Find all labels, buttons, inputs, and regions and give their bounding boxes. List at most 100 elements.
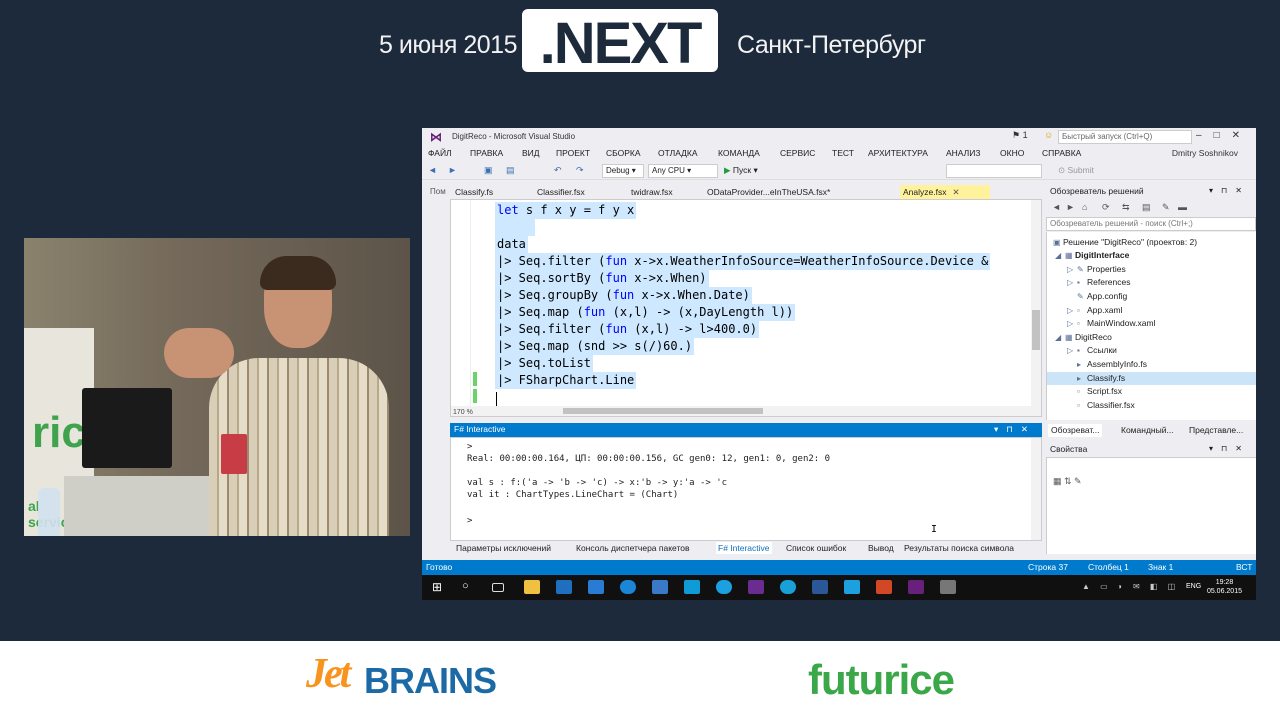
collapse-icon[interactable]: ⇆ <box>1122 202 1130 213</box>
menu-edit[interactable]: ПРАВКА <box>470 148 503 158</box>
file-explorer-icon[interactable] <box>524 580 540 594</box>
panel-controls[interactable]: ▾⊓✕ <box>1209 186 1250 195</box>
store-icon[interactable] <box>588 580 604 594</box>
tree-item-properties[interactable]: ▷ ✎ Properties <box>1047 263 1256 276</box>
sync-icon[interactable]: ⟳ <box>1102 202 1110 213</box>
toolbar-search-combo[interactable] <box>946 164 1042 178</box>
outlook-icon[interactable] <box>556 580 572 594</box>
skype-icon[interactable] <box>716 580 732 594</box>
scroll-thumb[interactable] <box>1032 310 1040 350</box>
quick-launch-input[interactable]: Быстрый запуск (Ctrl+Q) <box>1058 130 1192 144</box>
powerpoint-icon[interactable] <box>876 580 892 594</box>
menu-architecture[interactable]: АРХИТЕКТУРА <box>868 148 928 158</box>
tree-item-classifier-fsx[interactable]: ▫ Classifier.fsx <box>1047 399 1256 412</box>
platform-select[interactable]: Any CPU ▾ <box>648 164 718 178</box>
tree-item-script-fsx[interactable]: ▫ Script.fsx <box>1047 385 1256 398</box>
editor-vertical-scrollbar[interactable] <box>1031 200 1041 408</box>
tree-item-project-digitreco[interactable]: ◢ ▦ DigitReco <box>1047 331 1256 344</box>
menu-project[interactable]: ПРОЕКТ <box>556 148 590 158</box>
menu-file[interactable]: ФАЙЛ <box>428 148 452 158</box>
tree-item-app-config[interactable]: ✎ App.config <box>1047 290 1256 303</box>
tab-classify-fs[interactable]: Classify.fs <box>452 185 496 199</box>
tree-item-classify-fs[interactable]: ▸ Classify.fs <box>1047 372 1256 385</box>
visual-studio-second-icon[interactable] <box>908 580 924 594</box>
feedback-smiley-icon[interactable]: ☺ <box>1044 130 1053 140</box>
tab-solution-explorer[interactable]: Обозреват... <box>1048 424 1103 437</box>
system-tray-icons[interactable]: ▲ ▭ ◗ ✉ ◧ ◫ <box>1082 582 1179 591</box>
menu-analyze[interactable]: АНАЛИЗ <box>946 148 981 158</box>
new-project-icon[interactable]: ▣ <box>484 165 493 176</box>
fsi-line: Real: 00:00:00.164, ЦП: 00:00:00.156, GC… <box>467 454 831 464</box>
panel-controls[interactable]: ▾⊓✕ <box>994 424 1036 435</box>
tab-fsharp-interactive[interactable]: F# Interactive <box>716 542 772 554</box>
menu-debug[interactable]: ОТЛАДКА <box>658 148 698 158</box>
fsi-scrollbar[interactable] <box>1031 438 1041 540</box>
menu-tools[interactable]: СЕРВИС <box>780 148 815 158</box>
menu-build[interactable]: СБОРКА <box>606 148 641 158</box>
back-icon[interactable]: ◄ <box>428 165 437 175</box>
solution-search-input[interactable]: Обозреватель решений - поиск (Ctrl+;) <box>1046 217 1256 231</box>
back-icon[interactable]: ◄ <box>1052 202 1061 212</box>
notification-flag-icon[interactable]: ⚑ 1 <box>1012 130 1028 141</box>
tab-classifier-fsx[interactable]: Classifier.fsx <box>534 185 588 199</box>
menu-test[interactable]: ТЕСТ <box>832 148 854 158</box>
tab-package-manager-console[interactable]: Консоль диспетчера пакетов <box>574 542 692 554</box>
skype-business-icon[interactable] <box>844 580 860 594</box>
tree-item-assemblyinfo-fs[interactable]: ▸ AssemblyInfo.fs <box>1047 358 1256 371</box>
tab-error-list[interactable]: Список ошибок <box>784 542 848 554</box>
properties-toolbar-icons[interactable]: ▦ ⇅ ✎ <box>1053 476 1082 487</box>
submit-button[interactable]: ⊙ Submit <box>1058 165 1094 176</box>
tree-item-links[interactable]: ▷ ▪ Ссылки <box>1047 344 1256 357</box>
editor-horizontal-scrollbar[interactable] <box>451 406 1041 416</box>
tab-class-view[interactable]: Представле... <box>1186 424 1246 437</box>
edge-icon[interactable] <box>620 580 636 594</box>
undo-icon[interactable]: ↶ <box>554 165 562 176</box>
tree-item-mainwindow-xaml[interactable]: ▷ ▫ MainWindow.xaml <box>1047 317 1256 330</box>
panel-controls[interactable]: ▾⊓✕ <box>1209 444 1250 453</box>
visual-studio-taskbar-icon[interactable] <box>748 580 764 594</box>
menu-help[interactable]: СПРАВКА <box>1042 148 1081 158</box>
camera-icon[interactable] <box>684 580 700 594</box>
scroll-thumb[interactable] <box>563 408 763 414</box>
tab-team-explorer[interactable]: Командный... <box>1118 424 1177 437</box>
tab-exception-settings[interactable]: Параметры исключений <box>454 542 553 554</box>
menu-view[interactable]: ВИД <box>522 148 540 158</box>
app-icon[interactable] <box>940 580 956 594</box>
toolbox-tab[interactable]: Пом <box>430 187 446 196</box>
tab-output[interactable]: Вывод <box>866 542 896 554</box>
signed-in-user[interactable]: Dmitry Soshnikov <box>1172 148 1238 158</box>
redo-icon[interactable]: ↷ <box>576 165 584 176</box>
save-icon[interactable]: ▤ <box>506 165 515 176</box>
input-language[interactable]: ENG <box>1186 583 1201 590</box>
tab-odataprovider-fsx[interactable]: ODataProvider...eInTheUSA.fsx* <box>704 185 833 199</box>
forward-icon[interactable]: ► <box>448 165 457 175</box>
preview-icon[interactable]: ▬ <box>1178 202 1187 212</box>
show-all-files-icon[interactable]: ▤ <box>1142 202 1151 213</box>
task-view-icon[interactable] <box>492 583 504 592</box>
taskbar-clock[interactable]: 19:28 05.06.2015 <box>1207 578 1242 596</box>
fsi-output[interactable]: > Real: 00:00:00.164, ЦП: 00:00:00.156, … <box>450 437 1042 541</box>
lync-icon[interactable] <box>780 580 796 594</box>
windows-start-icon[interactable]: ⊞ <box>432 581 442 593</box>
menu-window[interactable]: ОКНО <box>1000 148 1024 158</box>
tab-analyze-fsx[interactable]: Analyze.fsx ✕ <box>900 185 990 199</box>
home-icon[interactable]: ⌂ <box>1082 202 1087 212</box>
tree-item-app-xaml[interactable]: ▷ ▫ App.xaml <box>1047 304 1256 317</box>
tree-item-solution[interactable]: ▣ Решение "DigitReco" (проектов: 2) <box>1047 236 1256 249</box>
tree-item-references[interactable]: ▷ ▪ References <box>1047 276 1256 289</box>
search-icon[interactable]: ○ <box>462 580 478 594</box>
tree-item-project-digitinterface[interactable]: ◢ ▦ DigitInterface <box>1047 249 1256 262</box>
zoom-level[interactable]: 170 % <box>453 409 473 416</box>
properties-wrench-icon[interactable]: ✎ <box>1162 202 1170 213</box>
word-icon[interactable] <box>812 580 828 594</box>
menu-team[interactable]: КОМАНДА <box>718 148 760 158</box>
code-editor[interactable]: let s f x y = f y x data |> Seq.filter (… <box>450 199 1042 417</box>
calendar-icon[interactable] <box>652 580 668 594</box>
forward-icon[interactable]: ► <box>1066 202 1075 212</box>
configuration-select[interactable]: Debug ▾ <box>602 164 644 178</box>
tab-twidraw-fsx[interactable]: twidraw.fsx <box>628 185 676 199</box>
code-area[interactable]: let s f x y = f y x data |> Seq.filter (… <box>495 200 1031 408</box>
start-button[interactable]: ▶ Пуск ▾ <box>724 165 758 176</box>
window-controls[interactable]: –□✕ <box>1196 130 1252 141</box>
tab-find-symbol-results[interactable]: Результаты поиска символа <box>902 542 1016 554</box>
